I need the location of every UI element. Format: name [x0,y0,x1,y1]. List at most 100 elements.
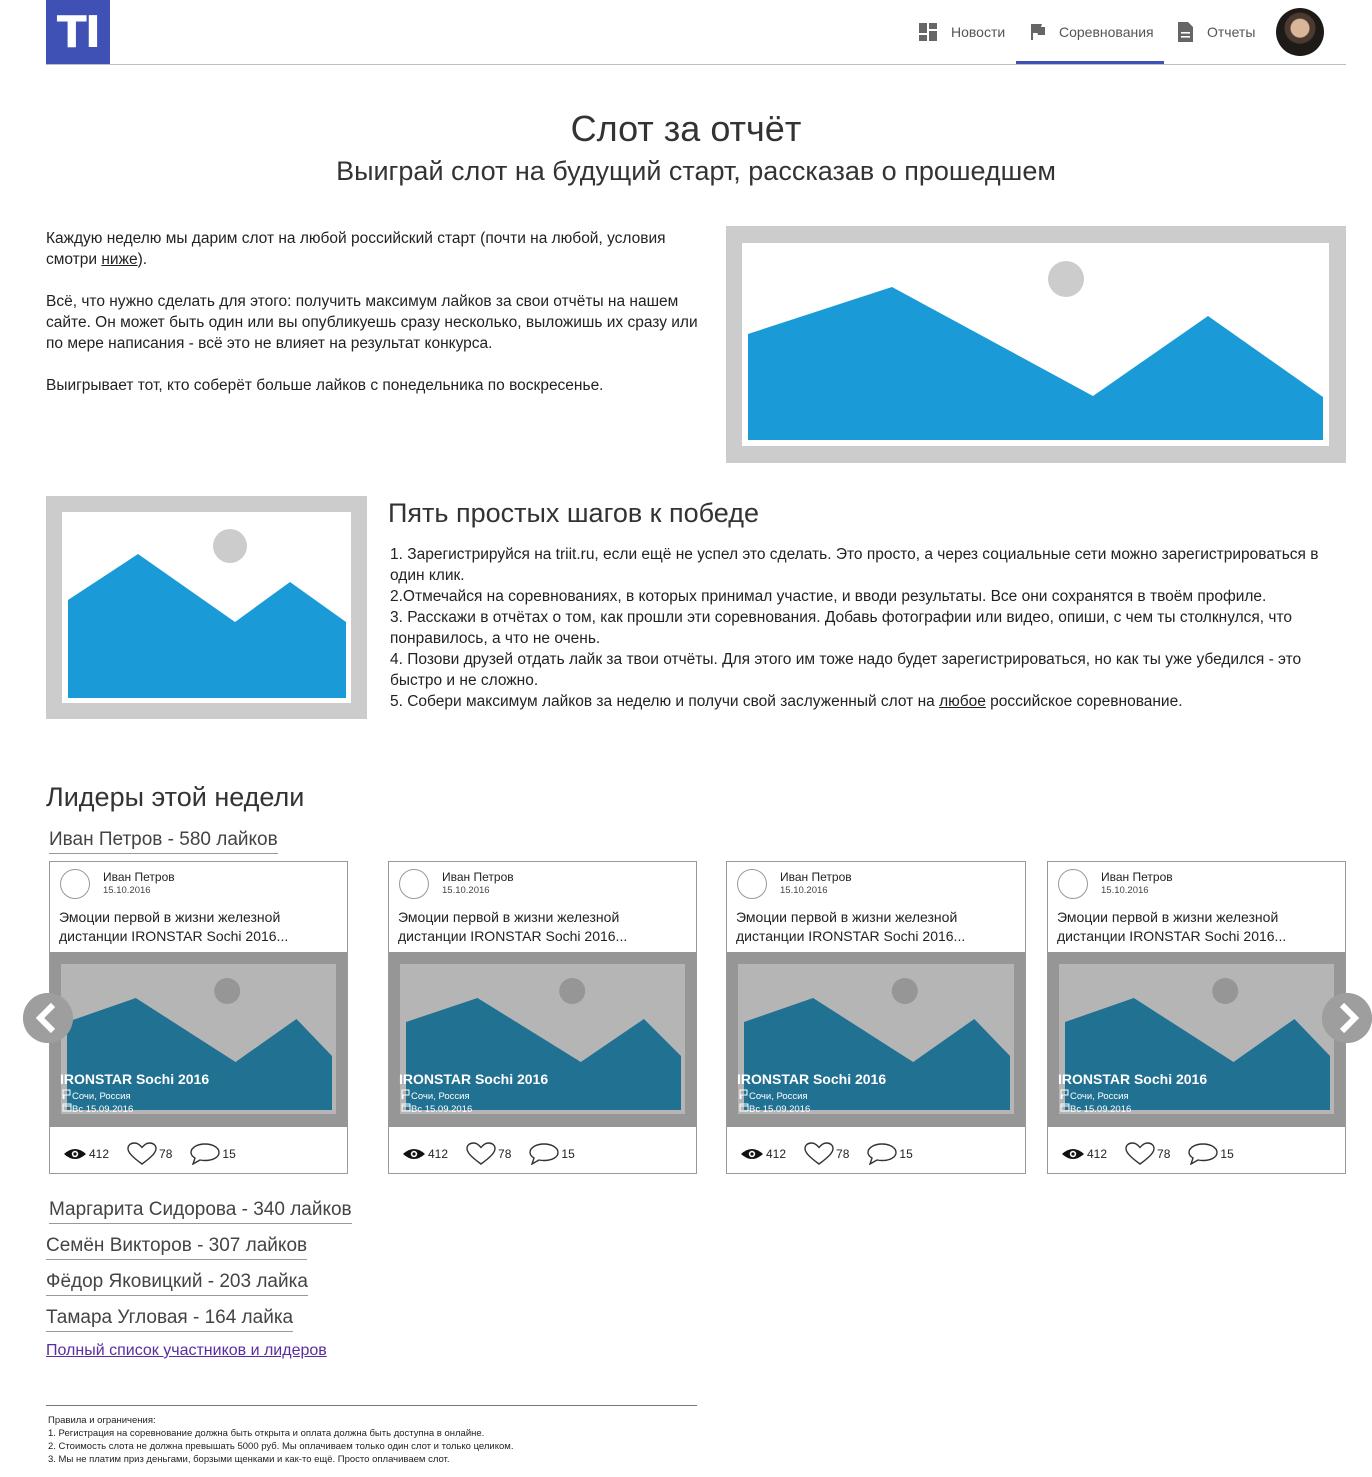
leader-top[interactable]: Иван Петров - 580 лайков [49,829,278,854]
page-title: Слот за отчёт [570,108,802,149]
report-image[interactable]: IRONSTAR Sochi 2016 Сочи, Россия Вс 15.0… [389,952,696,1127]
report-date: 15.10.2016 [103,885,151,896]
event-date-text: Вс 15.09.2016 [411,1104,473,1115]
event-date: Вс 15.09.2016 [1060,1102,1131,1115]
nav-news[interactable]: Новости [918,0,1005,64]
comment-icon[interactable] [1188,1143,1219,1165]
nav-reports[interactable]: Отчеты [1177,0,1255,64]
event-location: Сочи, Россия [1060,1089,1129,1102]
below-link[interactable]: ниже [101,251,137,268]
image-placeholder-steps [46,496,367,719]
leader-item[interactable]: Семён Викторов - 307 лайков [46,1235,308,1260]
carousel-next-button[interactable] [1322,993,1372,1043]
author-name[interactable]: Иван Петров [780,870,852,884]
leader-item[interactable]: Фёдор Яковицкий - 203 лайка [46,1271,308,1296]
nav-active-indicator [1016,61,1164,64]
report-image[interactable]: IRONSTAR Sochi 2016 Сочи, Россия Вс 15.0… [1048,952,1345,1127]
landscape-image-icon [748,261,1323,440]
likes-count: 78 [159,1147,173,1161]
header-divider [46,64,1346,65]
event-date-text: Вс 15.09.2016 [1070,1104,1132,1115]
heart-icon[interactable] [804,1142,834,1166]
eye-icon [403,1149,425,1159]
comment-icon[interactable] [867,1143,898,1165]
event-location-text: Сочи, Россия [1070,1091,1129,1102]
heart-icon[interactable] [466,1142,496,1166]
heart-icon[interactable] [127,1142,157,1166]
comments-count: 15 [899,1147,913,1161]
full-list-link[interactable]: Полный список участников и лидеров [46,1342,327,1360]
report-excerpt[interactable]: Эмоции первой в жизни железной дистанции… [1057,908,1337,946]
calendar-icon [401,1103,411,1112]
event-date: Вс 15.09.2016 [401,1102,472,1115]
rule-item: 1. Регистрация на соревнование должна бы… [48,1428,485,1439]
likes-count: 78 [836,1147,850,1161]
page-subtitle: Выиграй слот на будущий старт, рассказав… [336,156,1056,186]
event-location: Сочи, Россия [401,1089,470,1102]
nav-reports-label: Отчеты [1207,24,1256,40]
author-avatar[interactable] [399,869,429,899]
report-card[interactable]: Иван Петров 15.10.2016 Эмоции первой в ж… [49,861,348,1174]
step-item: 5. Собери максимум лайков за неделю и по… [390,691,1350,712]
report-image[interactable]: IRONSTAR Sochi 2016 Сочи, Россия Вс 15.0… [727,952,1025,1127]
report-card[interactable]: Иван Петров 15.10.2016 Эмоции первой в ж… [388,861,697,1174]
event-date-text: Вс 15.09.2016 [749,1104,811,1115]
flag-icon [401,1089,410,1100]
report-card[interactable]: Иван Петров 15.10.2016 Эмоции первой в ж… [1047,861,1346,1174]
image-placeholder-large [726,226,1346,463]
dashboard-icon [919,23,937,41]
event-location: Сочи, Россия [62,1089,131,1102]
event-name[interactable]: IRONSTAR Sochi 2016 [399,1071,548,1087]
event-date-text: Вс 15.09.2016 [72,1104,134,1115]
author-avatar[interactable] [1058,869,1088,899]
report-image[interactable]: IRONSTAR Sochi 2016 Сочи, Россия Вс 15.0… [50,952,347,1127]
comment-icon[interactable] [529,1143,560,1165]
author-name[interactable]: Иван Петров [1101,870,1173,884]
event-name[interactable]: IRONSTAR Sochi 2016 [737,1071,886,1087]
step-item: 2.Отмечайся на соревнованиях, в которых … [390,588,1267,605]
leader-item[interactable]: Тамара Угловая - 164 лайка [46,1307,294,1332]
rule-item: 3. Мы не платим приз деньгами, борзыми щ… [48,1454,450,1465]
eye-icon [64,1149,86,1159]
likes-count: 78 [498,1147,512,1161]
views-count: 412 [89,1147,110,1161]
nav-competitions[interactable]: Соревнования [1030,0,1154,64]
report-excerpt[interactable]: Эмоции первой в жизни железной дистанции… [736,908,1016,946]
report-excerpt[interactable]: Эмоции первой в жизни железной дистанции… [59,908,339,946]
heart-icon[interactable] [1125,1142,1155,1166]
author-name[interactable]: Иван Петров [103,870,175,884]
step-item: 4. Позови друзей отдать лайк за твои отч… [390,651,1302,689]
flag-icon [1060,1089,1069,1100]
comment-icon[interactable] [190,1143,221,1165]
logo[interactable]: TI [46,0,110,64]
any-competition-link[interactable]: любое [939,693,986,710]
rules-title: Правила и ограничения: [48,1415,156,1426]
event-location-text: Сочи, Россия [749,1091,808,1102]
report-date: 15.10.2016 [1101,885,1149,896]
event-name[interactable]: IRONSTAR Sochi 2016 [1058,1071,1207,1087]
calendar-icon [739,1103,749,1112]
carousel-prev-button[interactable] [23,993,73,1043]
event-name[interactable]: IRONSTAR Sochi 2016 [60,1071,209,1087]
comments-count: 15 [1220,1147,1234,1161]
calendar-icon [1060,1103,1070,1112]
steps-list: 1. Зарегистрируйся на triit.ru, если ещё… [390,544,1350,712]
rules-divider [46,1405,697,1406]
report-card[interactable]: Иван Петров 15.10.2016 Эмоции первой в ж… [726,861,1026,1174]
document-icon [1178,22,1193,42]
chevron-left-icon [23,993,73,1043]
author-avatar[interactable] [60,869,90,899]
leader-item[interactable]: Маргарита Сидорова - 340 лайков [49,1199,352,1224]
author-name[interactable]: Иван Петров [442,870,514,884]
step-5-text: 5. Собери максимум лайков за неделю и по… [390,693,940,710]
views-count: 412 [766,1147,787,1161]
event-date: Вс 15.09.2016 [739,1102,810,1115]
user-avatar[interactable] [1276,8,1324,56]
flag-icon [739,1089,748,1100]
report-excerpt[interactable]: Эмоции первой в жизни железной дистанции… [398,908,678,946]
comments-count: 15 [561,1147,575,1161]
report-date: 15.10.2016 [780,885,828,896]
intro-paragraph-1: Каждую неделю мы дарим слот на любой рос… [46,228,706,270]
author-avatar[interactable] [737,869,767,899]
nav-competitions-label: Соревнования [1059,24,1154,40]
